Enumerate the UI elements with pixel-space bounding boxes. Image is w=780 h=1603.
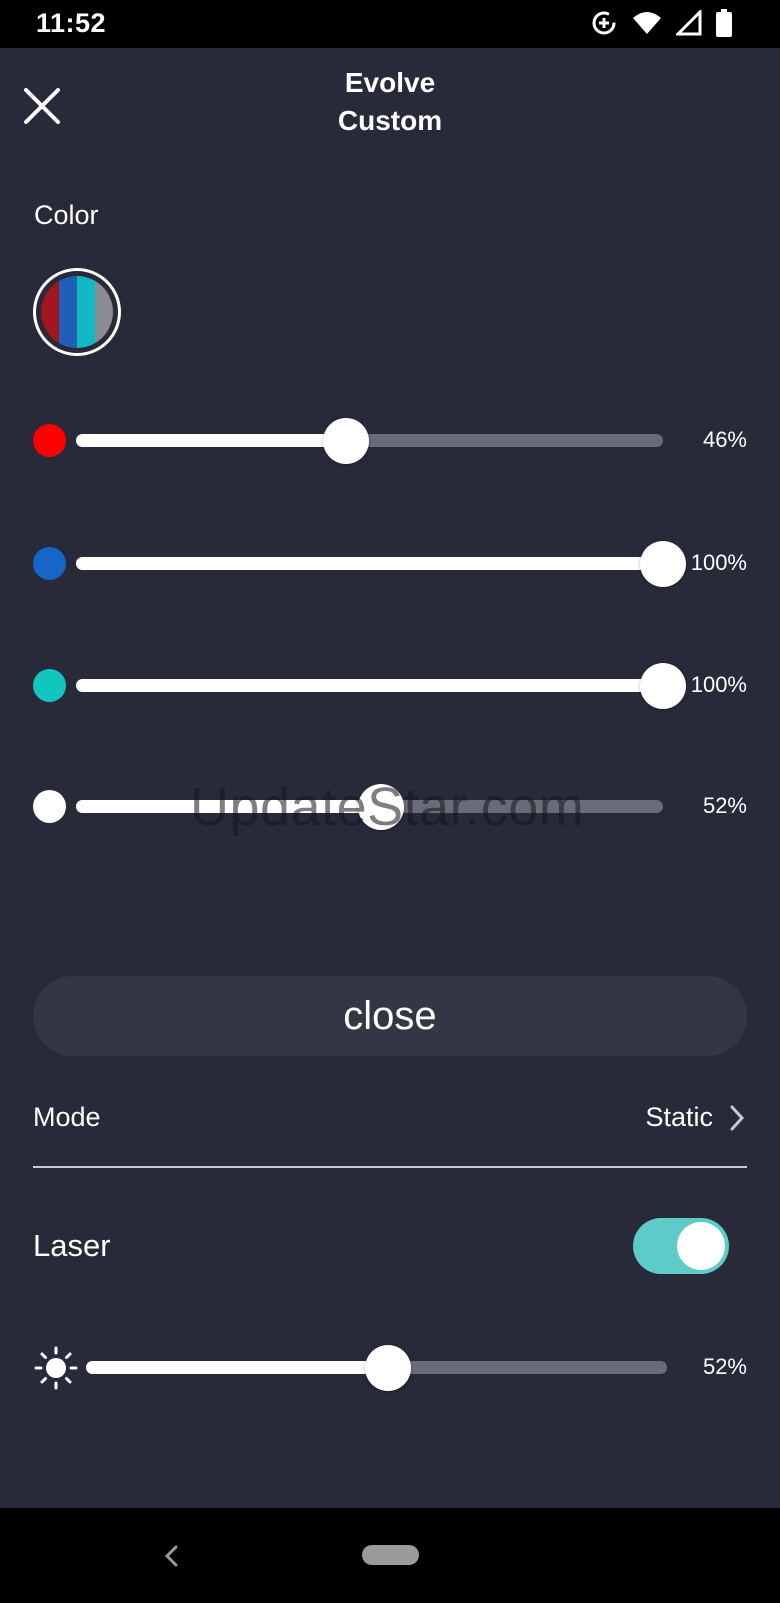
- white-channel-thumb[interactable]: [358, 784, 405, 830]
- red-channel-slider[interactable]: 46%: [0, 415, 780, 465]
- blue-channel-slider[interactable]: 100%: [0, 538, 780, 588]
- status-bar: 11:52: [0, 0, 780, 48]
- laser-label: Laser: [33, 1228, 111, 1263]
- cyan-channel-value: 100%: [690, 672, 747, 697]
- title-line-2: Custom: [337, 105, 443, 136]
- status-time: 11:52: [36, 8, 107, 38]
- laser-toggle-knob: [677, 1222, 725, 1270]
- color-swatch[interactable]: [33, 268, 121, 356]
- blue-channel-dot: [33, 547, 66, 580]
- swatch-stripe: [59, 276, 77, 348]
- red-channel-thumb[interactable]: [323, 418, 370, 464]
- page-title: Evolve Custom: [0, 64, 780, 140]
- cyan-channel-fill: [76, 679, 663, 692]
- home-pill[interactable]: [362, 1545, 419, 1565]
- red-channel-value: 46%: [702, 427, 747, 452]
- white-channel-fill: [76, 800, 382, 813]
- divider: [33, 1166, 747, 1168]
- navigation-bar: [0, 1508, 780, 1603]
- swatch-stripe: [41, 276, 59, 348]
- blue-channel-thumb[interactable]: [640, 541, 686, 587]
- cyan-channel-dot: [33, 669, 66, 702]
- white-channel-slider[interactable]: 52%: [0, 781, 780, 831]
- close-button[interactable]: close: [33, 976, 747, 1056]
- chevron-right-icon: [730, 1105, 745, 1131]
- color-section-label: Color: [34, 200, 99, 230]
- battery-icon: [716, 9, 732, 37]
- cyan-channel-track[interactable]: [76, 663, 686, 709]
- brightness-slider[interactable]: 52%: [0, 1342, 780, 1392]
- laser-toggle[interactable]: [633, 1218, 729, 1274]
- brightness-fill: [86, 1361, 389, 1374]
- brightness-track[interactable]: [86, 1345, 667, 1391]
- brightness-thumb[interactable]: [365, 1345, 412, 1391]
- cyan-channel-thumb[interactable]: [640, 663, 686, 709]
- sun-icon: [34, 1346, 78, 1390]
- mode-label: Mode: [33, 1102, 101, 1132]
- blue-channel-value: 100%: [690, 550, 747, 575]
- custom-color-screen: Evolve Custom Color 46% 100% 100% 52% Up…: [0, 48, 780, 1508]
- white-channel-track[interactable]: [76, 784, 663, 830]
- signal-icon: [676, 10, 702, 36]
- blue-channel-fill: [76, 557, 663, 570]
- back-icon[interactable]: [160, 1544, 184, 1568]
- blue-channel-track[interactable]: [76, 541, 686, 587]
- mode-value: Static: [645, 1102, 713, 1132]
- cyan-channel-slider[interactable]: 100%: [0, 660, 780, 710]
- status-icons: [590, 9, 732, 37]
- red-channel-dot: [33, 424, 66, 457]
- red-channel-track[interactable]: [76, 418, 663, 464]
- mode-row[interactable]: Mode Static: [33, 1088, 747, 1148]
- white-channel-dot: [33, 790, 66, 823]
- title-line-1: Evolve: [344, 67, 436, 98]
- color-swatch-stripes: [41, 276, 113, 348]
- swatch-stripe: [77, 276, 95, 348]
- red-channel-fill: [76, 434, 347, 447]
- wifi-icon: [633, 12, 661, 34]
- data-saver-icon: [592, 11, 616, 35]
- swatch-stripe: [95, 276, 113, 348]
- brightness-value: 52%: [702, 1354, 747, 1379]
- white-channel-value: 52%: [702, 793, 747, 818]
